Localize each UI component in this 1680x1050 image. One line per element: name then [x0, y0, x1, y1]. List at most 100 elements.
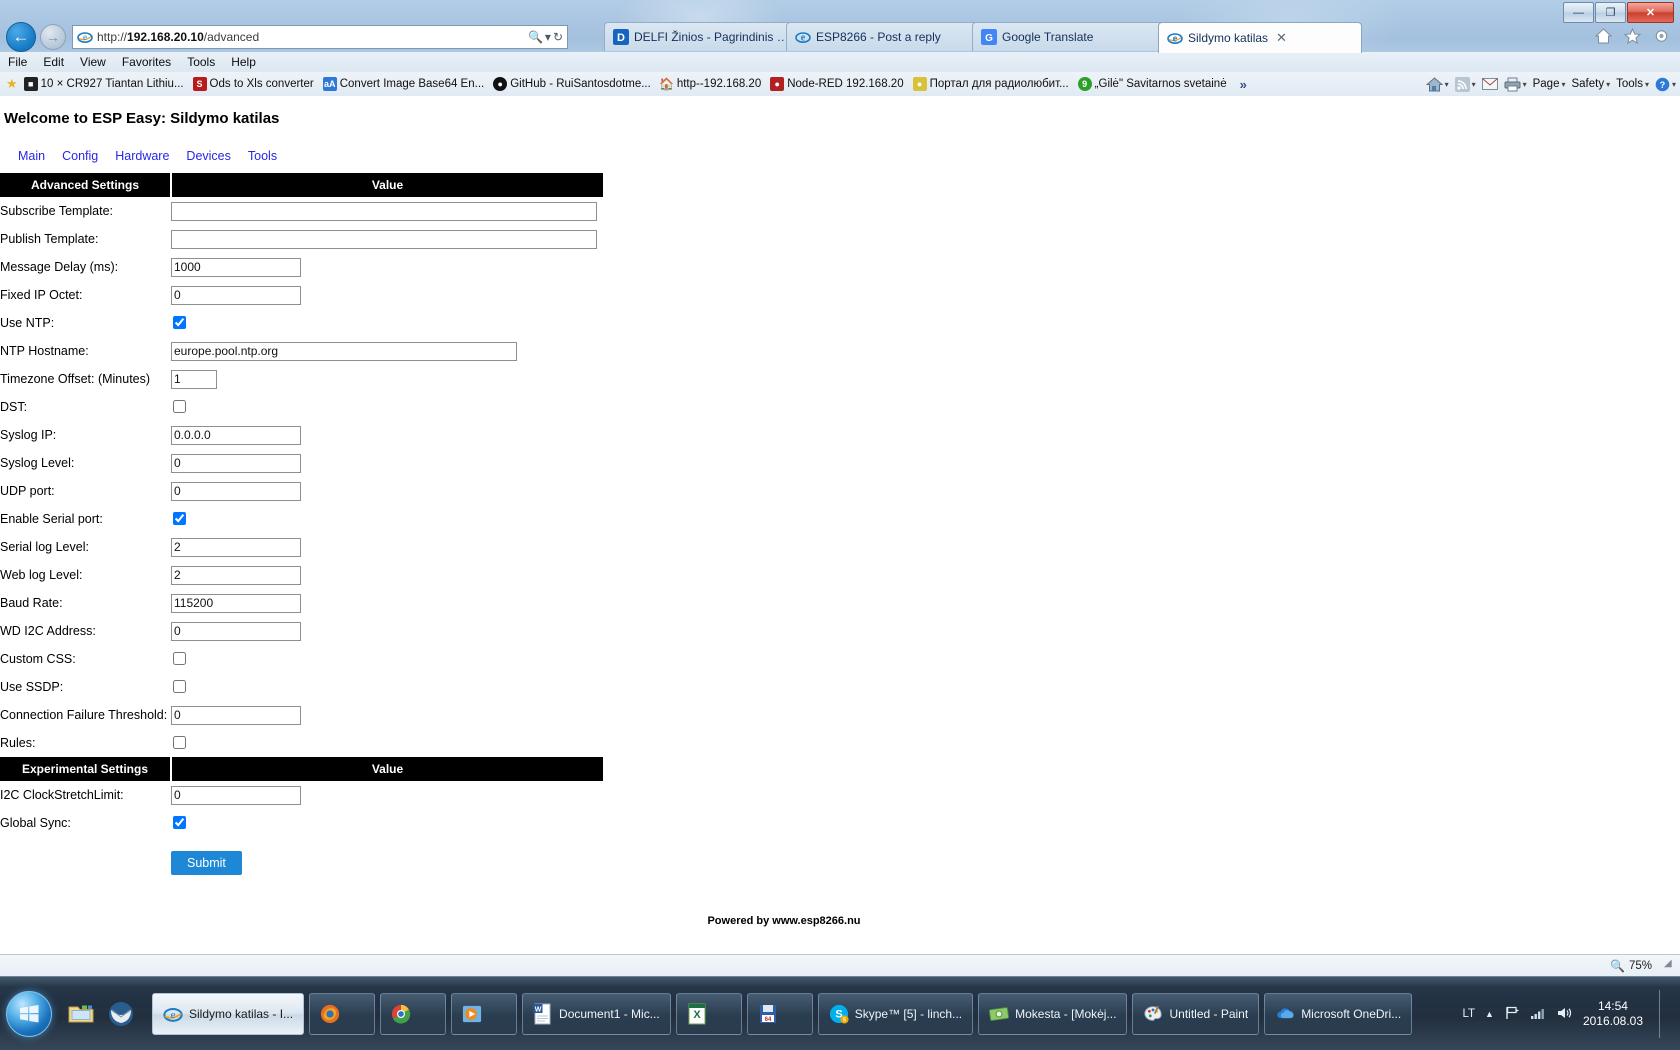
i2c-clockstretchlimit-input[interactable] [171, 785, 301, 805]
favorite-item-node-red[interactable]: ● Node-RED 192.168.20 [770, 77, 904, 91]
rules-checkbox[interactable] [173, 736, 186, 750]
tab-delfi[interactable]: D DELFI Žinios - Pagrindinis nauji... [604, 22, 800, 51]
show-hidden-icons-button[interactable]: ▲ [1485, 1009, 1494, 1019]
taskbar-item-floppy64[interactable]: 64 [746, 993, 813, 1035]
command-print[interactable]: ▾ [1504, 77, 1527, 92]
publish-template-input[interactable] [171, 229, 597, 249]
taskbar-item-excel[interactable]: X [675, 993, 742, 1035]
favorite-item-base64[interactable]: aA Convert Image Base64 En... [322, 77, 484, 91]
favorites-star-icon[interactable] [1624, 28, 1641, 44]
chevron-down-icon[interactable]: ▾ [1523, 80, 1527, 89]
taskbar-item-paint[interactable]: Untitled - Paint [1132, 993, 1260, 1035]
zoom-indicator[interactable]: 🔍 75% [1610, 959, 1652, 973]
close-icon[interactable]: ✕ [1276, 30, 1287, 46]
command-tools[interactable]: Tools ▾ [1616, 78, 1649, 90]
connection-failure-threshold-input[interactable] [171, 705, 301, 725]
thunderbird-button[interactable] [106, 999, 136, 1029]
timezone-offset-input[interactable] [171, 369, 217, 389]
command-page[interactable]: Page ▾ [1533, 78, 1566, 90]
taskbar-item-skype[interactable]: S 5 Skype™ [5] - linch... [817, 993, 974, 1035]
menu-item-view[interactable]: View [80, 55, 106, 69]
start-button[interactable] [6, 991, 52, 1037]
menu-item-favorites[interactable]: Favorites [122, 55, 171, 69]
menu-item-tools[interactable]: Tools [187, 55, 215, 69]
web-log-level-input[interactable] [171, 565, 301, 585]
taskbar-item-chrome[interactable] [380, 993, 447, 1035]
tab-label: Google Translate [1002, 30, 1094, 44]
paint-icon [1143, 1004, 1163, 1024]
home-icon[interactable] [1595, 28, 1612, 44]
command-help[interactable]: ? ▾ [1655, 77, 1676, 92]
table-row: Subscribe Template: [0, 197, 603, 225]
minimize-button[interactable]: — [1563, 2, 1594, 23]
message-delay-input[interactable] [171, 257, 301, 277]
syslog-level-input[interactable] [171, 453, 301, 473]
command-feeds[interactable]: ▾ [1454, 76, 1476, 92]
fixed-ip-octet-input[interactable] [171, 285, 301, 305]
taskbar-item-firefox[interactable] [309, 993, 376, 1035]
command-home[interactable]: ▾ [1425, 76, 1449, 92]
nav-link-main[interactable]: Main [18, 149, 45, 163]
show-desktop-button[interactable] [1659, 990, 1670, 1038]
overflow-icon[interactable]: » [1240, 77, 1247, 92]
chevron-down-icon[interactable]: ▾ [1561, 80, 1565, 89]
network-icon[interactable] [1530, 1006, 1546, 1023]
favorite-item-cr927[interactable]: ■ 10 × CR927 Tiantan Lithiu... [23, 77, 184, 91]
resize-grip[interactable]: ◢ [1664, 958, 1678, 972]
dst-checkbox[interactable] [173, 400, 186, 414]
close-button[interactable]: ✕ [1627, 2, 1674, 23]
chevron-down-icon[interactable]: ▾ [1645, 80, 1649, 89]
nav-link-hardware[interactable]: Hardware [115, 149, 169, 163]
chevron-down-icon[interactable]: ▾ [1445, 80, 1449, 89]
global-sync-checkbox[interactable] [173, 816, 186, 830]
submit-button[interactable]: Submit [171, 851, 242, 875]
taskbar-item-mokesta[interactable]: Mokesta - [Mokėj... [978, 993, 1128, 1035]
gear-icon[interactable] [1653, 28, 1670, 44]
favorites-star-icon[interactable]: ★ [6, 76, 18, 92]
custom-css-checkbox[interactable] [173, 652, 186, 666]
favorite-item-ods-to-xls[interactable]: S Ods to Xls converter [192, 77, 314, 91]
favorite-item-gile[interactable]: 9 „Gilė" Savitarnos svetainė [1077, 77, 1227, 91]
enable-serial-port-checkbox[interactable] [173, 512, 186, 526]
chevron-down-icon[interactable]: ▾ [1472, 80, 1476, 89]
volume-icon[interactable] [1556, 1006, 1573, 1023]
taskbar-item-ie[interactable]: e Sildymo katilas - I... [152, 993, 305, 1035]
use-ssdp-checkbox[interactable] [173, 680, 186, 694]
menu-item-edit[interactable]: Edit [43, 55, 64, 69]
language-indicator[interactable]: LT [1462, 1008, 1475, 1020]
baud-rate-input[interactable] [171, 593, 301, 613]
use-ntp-checkbox[interactable] [173, 316, 186, 330]
clock[interactable]: 14:54 2016.08.03 [1583, 999, 1643, 1029]
nav-link-devices[interactable]: Devices [186, 149, 230, 163]
tab-google-translate[interactable]: G Google Translate [972, 22, 1172, 51]
tab-sildymo-katilas[interactable]: e Sildymo katilas ✕ [1158, 22, 1362, 53]
udp-port-input[interactable] [171, 481, 301, 501]
tab-esp8266[interactable]: e ESP8266 - Post a reply [786, 22, 986, 51]
windows-explorer-button[interactable] [66, 999, 96, 1029]
syslog-ip-input[interactable] [171, 425, 301, 445]
nav-link-tools[interactable]: Tools [248, 149, 277, 163]
thunderbird-icon [109, 1002, 133, 1026]
taskbar-item-media-player[interactable] [451, 993, 518, 1035]
favorite-item-http-192[interactable]: 🏠 http--192.168.20 [659, 77, 761, 91]
chevron-down-icon[interactable]: ▾ [1672, 80, 1676, 89]
taskbar-item-word[interactable]: W Document1 - Mic... [522, 993, 671, 1035]
subscribe-template-input[interactable] [171, 201, 597, 221]
command-safety[interactable]: Safety ▾ [1571, 78, 1610, 90]
favorite-item-github[interactable]: ● GitHub - RuiSantosdotme... [493, 77, 651, 91]
flag-icon[interactable] [1504, 1006, 1520, 1023]
serial-log-level-input[interactable] [171, 537, 301, 557]
clock-date: 2016.08.03 [1582, 1014, 1643, 1028]
menu-item-help[interactable]: Help [231, 55, 256, 69]
chevron-down-icon[interactable]: ▾ [1606, 80, 1610, 89]
favorite-label: 10 × CR927 Tiantan Lithiu... [40, 78, 184, 90]
wd-i2c-address-input[interactable] [171, 621, 301, 641]
nav-link-config[interactable]: Config [62, 149, 98, 163]
maximize-button[interactable]: ❐ [1595, 2, 1626, 23]
window-controls[interactable]: — ❐ ✕ [1563, 2, 1674, 23]
menu-item-file[interactable]: File [8, 55, 27, 69]
ntp-hostname-input[interactable] [171, 341, 517, 361]
command-mail[interactable] [1481, 78, 1498, 90]
taskbar-item-onedrive[interactable]: Microsoft OneDri... [1264, 993, 1413, 1035]
favorite-item-portal-radio[interactable]: ● Портал для радиолюбит... [912, 77, 1069, 91]
